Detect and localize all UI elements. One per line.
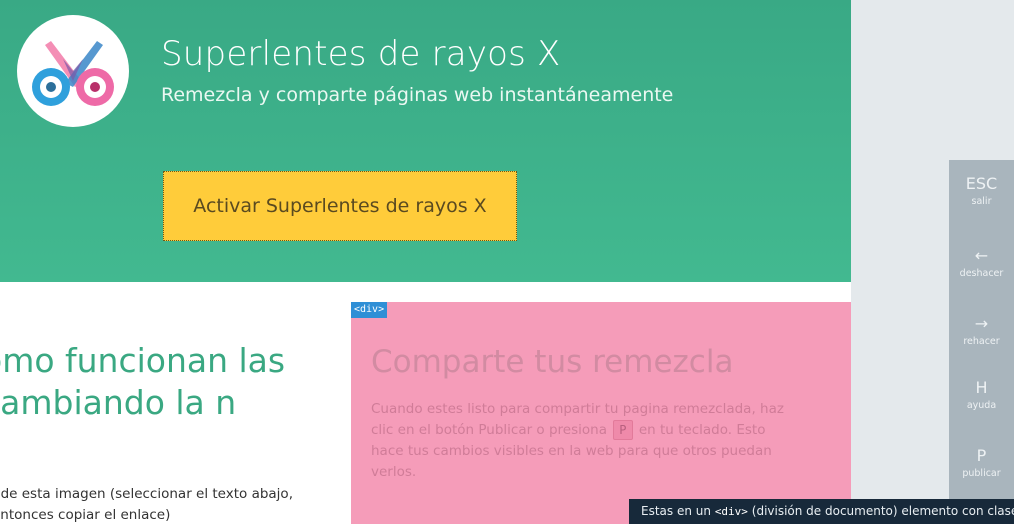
publish-label: publicar bbox=[962, 468, 1001, 479]
element-tag-badge: <div> bbox=[351, 302, 388, 318]
undo-button[interactable]: ← deshacer bbox=[949, 246, 1014, 280]
activate-goggles-button[interactable]: Activar Superlentes de rayos X bbox=[163, 171, 517, 241]
help-key: H bbox=[975, 378, 988, 397]
esc-key: ESC bbox=[965, 174, 998, 193]
status-middle: (división de documento) elemento con cla… bbox=[751, 504, 1014, 518]
status-prefix: Estas en un bbox=[641, 504, 711, 518]
quit-label: salir bbox=[971, 196, 992, 207]
arrow-left-icon: ← bbox=[974, 246, 989, 265]
share-heading: Comparte tus remezcla bbox=[371, 344, 734, 380]
redo-button[interactable]: → rehacer bbox=[949, 314, 1014, 348]
share-text: Cuando estes listo para compartir tu pag… bbox=[371, 399, 791, 483]
undo-label: deshacer bbox=[959, 268, 1004, 279]
publish-key: P bbox=[613, 420, 633, 440]
status-element: <div> bbox=[714, 505, 748, 518]
howto-text: . de esta imagen (seleccionar el texto a… bbox=[0, 486, 293, 523]
page-subtitle: Remezcla y comparte páginas web instantá… bbox=[161, 84, 674, 106]
publish-key-label: P bbox=[976, 446, 987, 465]
goggles-icon bbox=[17, 15, 129, 127]
goggles-page: Superlentes de rayos X Remezcla y compar… bbox=[0, 0, 851, 524]
page-title: Superlentes de rayos X bbox=[161, 34, 561, 74]
redo-label: rehacer bbox=[963, 336, 1000, 347]
arrow-right-icon: → bbox=[974, 314, 989, 333]
help-button[interactable]: H ayuda bbox=[949, 378, 1014, 412]
status-bar: Estas en un <div> (división de documento… bbox=[629, 499, 1014, 524]
hero-header: Superlentes de rayos X Remezcla y compar… bbox=[0, 0, 851, 282]
publish-button[interactable]: P publicar bbox=[949, 446, 1014, 480]
howto-heading: omo funcionan las cambiando la n bbox=[0, 341, 286, 422]
goggles-toolbar: ESC salir ← deshacer → rehacer H ayuda P… bbox=[949, 160, 1014, 524]
help-label: ayuda bbox=[966, 400, 997, 411]
quit-button[interactable]: ESC salir bbox=[949, 174, 1014, 208]
